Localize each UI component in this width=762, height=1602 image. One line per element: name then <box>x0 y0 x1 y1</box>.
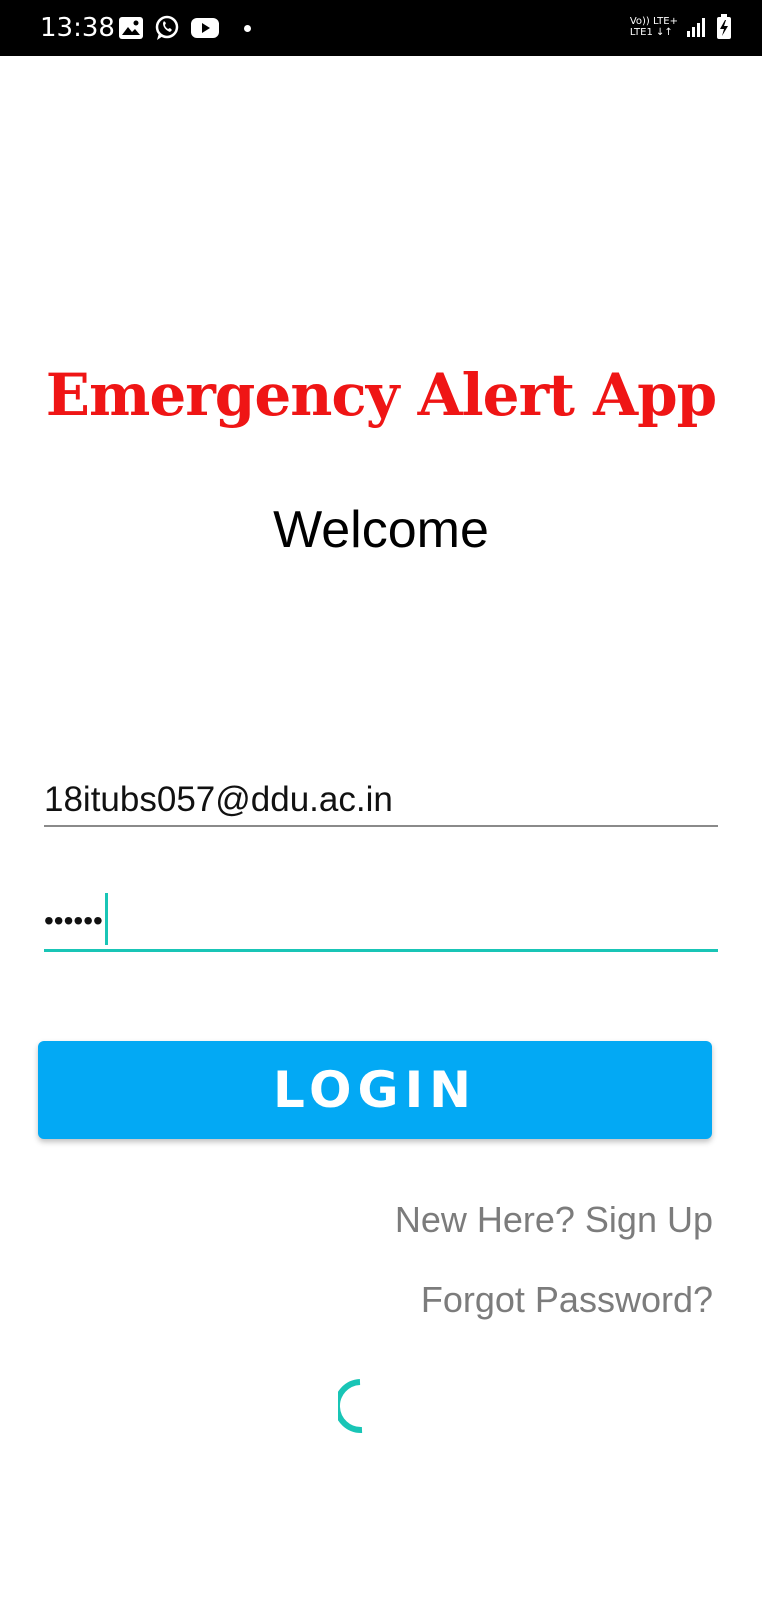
gallery-icon <box>119 17 143 39</box>
battery-icon <box>717 14 731 39</box>
email-field[interactable] <box>44 775 718 827</box>
status-time: 13:38 <box>40 13 115 43</box>
network-indicator: Vo)) LTE+ LTE1 ↓↑ <box>629 16 678 38</box>
notification-dot-icon <box>244 24 251 32</box>
password-value: •••••• <box>44 905 103 936</box>
welcome-heading: Welcome <box>273 501 489 559</box>
status-notification-icons <box>118 14 251 42</box>
progress-spinner-icon <box>338 1379 363 1434</box>
password-field[interactable]: •••••• <box>44 893 718 952</box>
forgot-password-link[interactable]: Forgot Password? <box>421 1278 713 1322</box>
status-bar: 13:38 Vo)) LTE+ LTE1 ↓↑ <box>0 0 762 56</box>
status-system-icons: Vo)) LTE+ LTE1 ↓↑ <box>630 12 732 42</box>
text-cursor <box>105 893 108 945</box>
signup-link[interactable]: New Here? Sign Up <box>395 1198 713 1242</box>
login-button[interactable]: LOGIN <box>38 1041 712 1139</box>
youtube-icon <box>191 18 219 38</box>
signal-icon <box>687 18 705 37</box>
app-title: Emergency Alert App <box>45 361 717 429</box>
whatsapp-icon <box>155 15 179 40</box>
